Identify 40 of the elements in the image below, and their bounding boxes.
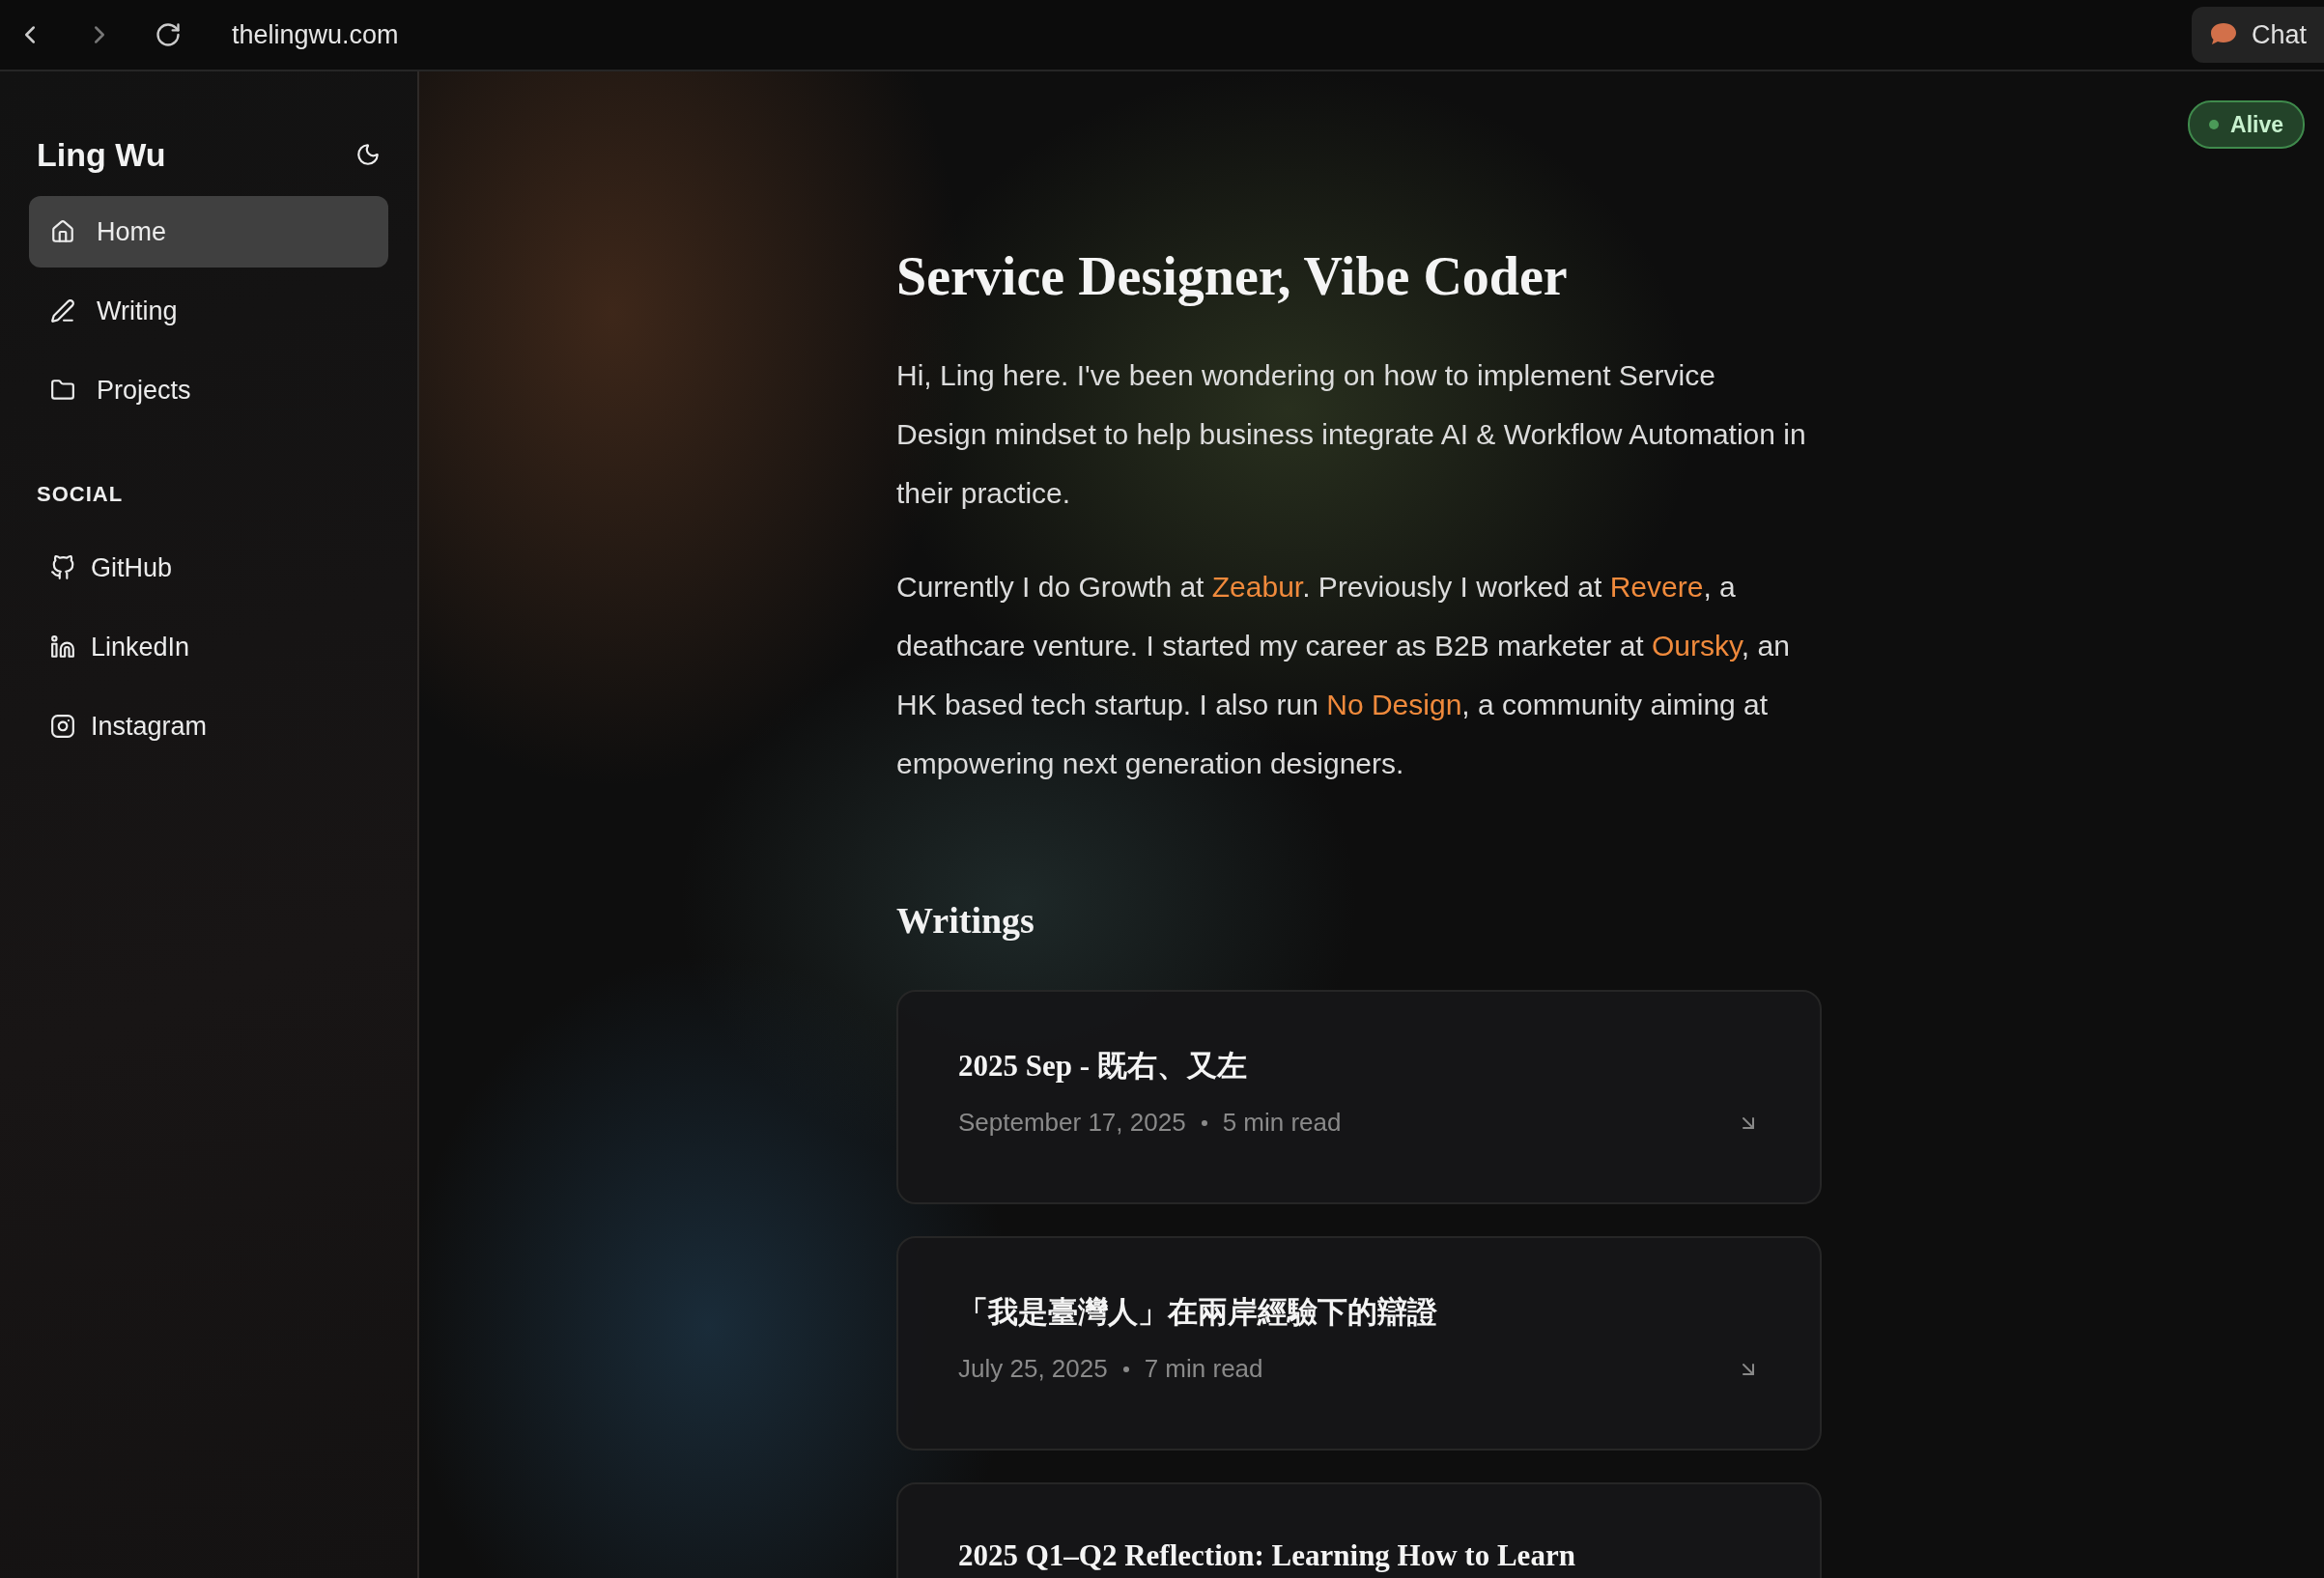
writing-title: 2025 Sep - 既右、又左	[958, 1048, 1248, 1085]
writing-card[interactable]: 2025 Q1–Q2 Reflection: Learning How to Learn	[896, 1482, 1822, 1578]
nav-item[interactable]: Projects	[29, 354, 388, 426]
writing-date: July 25, 2025	[958, 1354, 1108, 1384]
github-icon	[50, 555, 75, 580]
writing-card[interactable]: 「我是臺灣人」在兩岸經驗下的辯證 July 25, 2025 7 min read	[896, 1236, 1822, 1451]
social-link[interactable]: Instagram	[29, 690, 388, 762]
home-icon	[50, 219, 75, 244]
theme-toggle-moon-icon[interactable]	[355, 142, 381, 167]
writing-title: 「我是臺灣人」在兩岸經驗下的辯證	[958, 1294, 1438, 1331]
text-link[interactable]: Oursky	[1652, 630, 1742, 662]
writing-date: September 17, 2025	[958, 1108, 1186, 1138]
nav-item[interactable]: Writing	[29, 275, 388, 347]
url-text[interactable]: thelingwu.com	[232, 19, 399, 50]
separator-dot-icon	[1201, 1119, 1207, 1126]
social-link[interactable]: LinkedIn	[29, 611, 388, 683]
reload-icon[interactable]	[155, 21, 182, 48]
folder-icon	[50, 378, 75, 403]
bio-paragraph: Hi, Ling here. I've been wondering on how to implement Service Design mindset to help business integrate AI & Workflow Automation in their practice.	[896, 358, 1807, 511]
linkedin-icon	[50, 634, 75, 660]
separator-dot-icon	[1122, 1366, 1129, 1372]
social-link[interactable]: GitHub	[29, 532, 388, 604]
site-title: Ling Wu	[37, 135, 166, 174]
section-heading: SOCIAL	[37, 482, 125, 507]
read-time: 7 min read	[1144, 1354, 1263, 1384]
text-link[interactable]: Revere	[1609, 571, 1704, 603]
text-link[interactable]: No Design	[1326, 689, 1462, 720]
writing-title: 2025 Q1–Q2 Reflection: Learning How to Learn	[958, 1538, 1576, 1573]
nav-item[interactable]: Home	[29, 196, 388, 268]
status-dot-icon	[2209, 120, 2219, 129]
chat-button[interactable]: Chat	[2191, 7, 2324, 63]
status-text: Alive	[2230, 111, 2283, 138]
pen-icon	[50, 298, 75, 324]
instagram-icon	[50, 714, 75, 739]
section-heading: Writings	[896, 899, 1035, 942]
writing-card[interactable]: 2025 Sep - 既右、又左 September 17, 2025 5 min read	[896, 990, 1822, 1204]
read-time: 5 min read	[1222, 1108, 1342, 1138]
bio-paragraph: Currently I do Growth at Zeabur. Previously I worked at Revere, a deathcare venture. I started my career as B2B marketer at Oursky, an HK based tech startup. I also run No Design, a community aiming at empowering next generation designers.	[896, 570, 1791, 781]
hero-title: Service Designer, Vibe Coder	[896, 245, 1569, 307]
text-link[interactable]: Zeabur	[1211, 571, 1303, 603]
